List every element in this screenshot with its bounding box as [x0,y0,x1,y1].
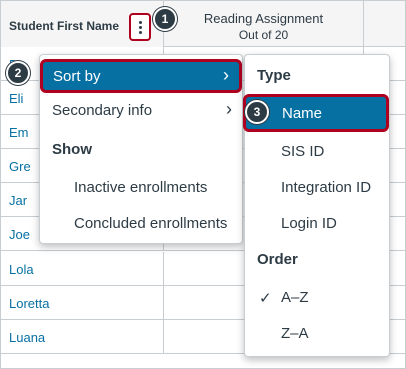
menu-section-order: Order [257,251,298,268]
menu-item-sort-by[interactable]: Sort by › [40,59,242,93]
column-options-menu: Sort by › Secondary info › Show Inactive… [39,54,243,244]
student-column-title: Student First Name [9,19,120,33]
menu-item-label: Sort by [53,68,101,85]
menu-section-show: Show [52,141,92,158]
menu-item-concluded-enrollments[interactable]: Concluded enrollments [74,215,227,232]
menu-item-inactive-enrollments[interactable]: Inactive enrollments [74,179,207,196]
menu-item-z-a[interactable]: Z–A [281,325,309,342]
chevron-right-icon: › [223,65,229,85]
sort-by-submenu: Type Name SIS ID Integration ID Login ID… [243,54,390,357]
menu-item-label: Name [282,105,323,122]
student-name-link[interactable]: Luana [9,330,45,345]
student-column-header: Student First Name [1,1,164,47]
student-name-link[interactable]: Eli [9,91,23,106]
callout-badge-2: 2 [6,61,30,85]
column-options-kebab-icon[interactable] [129,13,151,41]
menu-section-type: Type [257,67,291,84]
menu-item-secondary-info[interactable]: Secondary info › [40,93,242,127]
gradebook-frame: Student First Name Reading Assignment Ou… [0,0,406,369]
menu-item-integration-id[interactable]: Integration ID [281,179,371,196]
checkmark-icon: ✓ [259,290,272,307]
assignment-title: Reading Assignment [203,11,324,26]
assignment-column-header[interactable]: Reading Assignment Out of 20 [164,1,364,47]
chevron-right-icon: › [226,99,232,119]
menu-item-a-z[interactable]: A–Z [281,289,309,306]
student-name-link[interactable]: Lola [9,262,34,277]
student-name-link[interactable]: Jar [9,193,27,208]
student-name-link[interactable]: Em [9,125,29,140]
menu-item-sis-id[interactable]: SIS ID [281,143,324,160]
menu-item-label: Secondary info [52,102,153,119]
student-name-link[interactable]: Loretta [9,296,49,311]
student-name-link[interactable]: Joe [9,227,30,242]
grid-header-row: Student First Name Reading Assignment Ou… [1,1,405,47]
assignment-points: Out of 20 [238,28,289,42]
menu-item-login-id[interactable]: Login ID [281,215,337,232]
callout-badge-1: 1 [153,7,177,31]
student-name-link[interactable]: Gre [9,159,31,174]
callout-badge-3: 3 [245,100,269,124]
